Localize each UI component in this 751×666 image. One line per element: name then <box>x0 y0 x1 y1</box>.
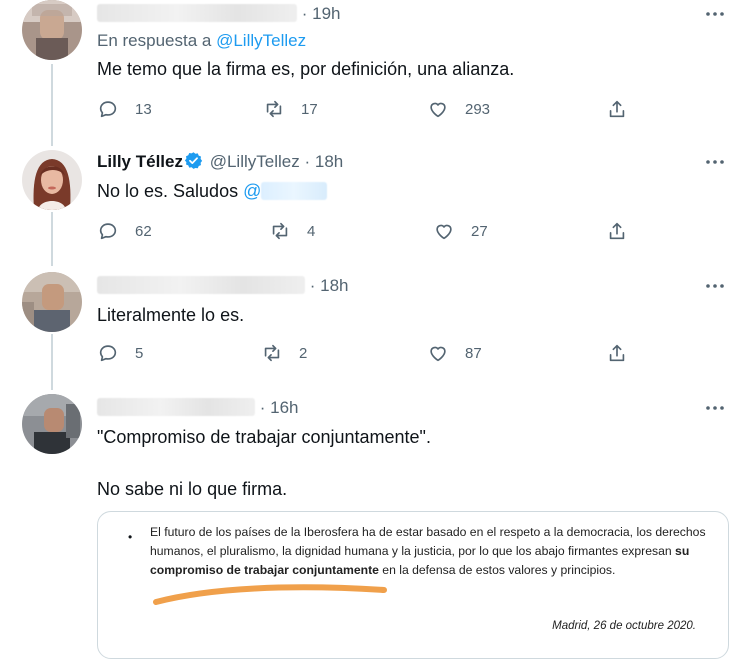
reply-count: 62 <box>135 222 152 240</box>
like-count: 27 <box>471 222 488 240</box>
more-dots-icon[interactable] <box>703 274 727 298</box>
retweet-count: 4 <box>307 222 316 240</box>
share-button[interactable] <box>606 96 628 122</box>
share-button[interactable] <box>606 218 628 244</box>
reply-count: 13 <box>135 100 152 118</box>
heart-icon <box>436 224 452 240</box>
reply-context: En respuesta a @LillyTellez <box>97 29 731 53</box>
retweet-count: 17 <box>301 100 318 118</box>
tweet-actions: 62 4 27 <box>97 218 637 244</box>
timestamp[interactable]: 19h <box>312 4 340 23</box>
avatar[interactable] <box>22 394 82 454</box>
share-icon <box>609 344 625 362</box>
share-icon <box>609 222 625 240</box>
reply-icon <box>99 345 117 362</box>
tweet-header: · 18h <box>97 274 731 298</box>
user-handle[interactable]: @LillyTellez <box>210 152 300 171</box>
verified-badge-icon <box>184 151 203 170</box>
reply-button[interactable]: 5 <box>97 340 143 366</box>
avatar[interactable] <box>22 150 82 210</box>
heart-icon <box>430 102 446 118</box>
reply-button[interactable]: 62 <box>97 218 152 244</box>
separator: · <box>259 398 266 417</box>
tweet-header: · 19h <box>97 2 731 26</box>
separator: · <box>309 276 316 295</box>
display-name[interactable]: Lilly Téllez <box>97 152 183 171</box>
highlight-stroke <box>153 584 387 605</box>
reply-icon <box>99 101 117 118</box>
reply-icon <box>99 223 117 240</box>
like-button[interactable]: 87 <box>427 340 482 366</box>
tweet-text: Literalmente lo es. <box>97 302 731 328</box>
redacted-name <box>97 4 297 22</box>
more-dots-icon[interactable] <box>703 150 727 174</box>
bullet: • <box>128 530 133 544</box>
redacted-name <box>97 276 305 294</box>
timestamp[interactable]: 18h <box>315 152 343 171</box>
thread-line <box>51 334 53 390</box>
tweet-image-card[interactable]: • El futuro de los países de la Iberosfe… <box>97 511 729 659</box>
tweet-actions: 5 2 87 <box>97 340 637 366</box>
like-button[interactable]: 27 <box>433 218 488 244</box>
document-text: El futuro de los países de la Iberosfera… <box>150 523 715 580</box>
retweet-button[interactable]: 17 <box>263 96 318 122</box>
separator: · <box>301 4 308 23</box>
retweet-button[interactable]: 4 <box>269 218 315 244</box>
tweet-text-line: "Compromiso de trabajar conjuntamente". <box>97 427 431 447</box>
avatar[interactable] <box>22 272 82 332</box>
like-count: 293 <box>465 100 491 118</box>
tweet-text-content: Literalmente lo es. <box>97 305 245 325</box>
reply-button[interactable]: 13 <box>97 96 152 122</box>
heart-icon <box>430 346 446 362</box>
avatar[interactable] <box>22 0 82 60</box>
redacted-name <box>97 398 255 416</box>
separator: · <box>304 152 311 171</box>
more-dots-icon[interactable] <box>703 2 727 26</box>
timestamp[interactable]: 18h <box>320 276 348 295</box>
reply-handle-link[interactable]: @LillyTellez <box>216 31 306 50</box>
document-text-start: El futuro de los países de la Iberosfera… <box>150 525 706 558</box>
document-date: Madrid, 26 de octubre 2020. <box>552 620 696 632</box>
mention-link[interactable]: @ <box>243 181 261 201</box>
tweet-text: "Compromiso de trabajar conjuntamente". … <box>97 424 731 502</box>
share-button[interactable] <box>606 340 628 366</box>
document-text-end: en la defensa de estos valores y princip… <box>378 563 616 577</box>
retweet-icon <box>264 344 280 362</box>
tweet-text: No lo es. Saludos @ <box>97 178 731 204</box>
redacted-mention <box>261 182 328 200</box>
retweet-icon <box>272 222 288 240</box>
like-button[interactable]: 293 <box>427 96 490 122</box>
tweet-actions: 13 17 293 <box>97 96 637 122</box>
reply-count: 5 <box>135 344 144 362</box>
thread-line <box>51 212 53 266</box>
tweet-text-content: No lo es. Saludos <box>97 181 244 201</box>
more-dots-icon[interactable] <box>703 396 727 420</box>
like-count: 87 <box>465 344 482 362</box>
tweet-header: · 16h <box>97 396 731 420</box>
tweet-text-line: No sabe ni lo que firma. <box>97 479 288 499</box>
tweet-text: Me temo que la firma es, por definición,… <box>97 56 731 82</box>
retweet-icon <box>266 100 282 118</box>
tweet-text-content: Me temo que la firma es, por definición,… <box>97 59 515 79</box>
share-icon <box>609 100 625 118</box>
timestamp[interactable]: 16h <box>270 398 298 417</box>
thread-line <box>51 64 53 146</box>
tweet-header: Lilly Téllez @LillyTellez · 18h <box>97 150 731 174</box>
reply-prefix: En respuesta a <box>97 31 212 50</box>
retweet-button[interactable]: 2 <box>261 340 307 366</box>
retweet-count: 2 <box>299 344 308 362</box>
